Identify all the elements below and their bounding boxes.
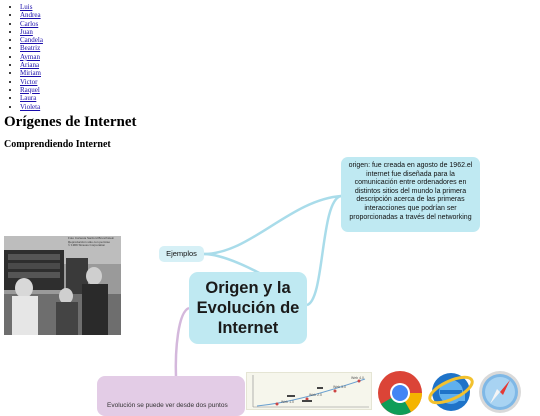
central-topic-line: Evolución de	[196, 299, 300, 317]
connector-central-to-pink	[174, 306, 190, 379]
photo-illustration	[4, 236, 121, 335]
safari-icon	[479, 371, 521, 413]
timeline-label: Web 3.0	[333, 385, 346, 389]
chrome-icon	[378, 371, 422, 415]
timeline-label: Web 4.0	[351, 376, 364, 380]
central-topic-line: Origen y la	[205, 279, 291, 297]
connector-examples-to-origin	[203, 194, 342, 256]
examples-node[interactable]: Ejemplos	[159, 246, 204, 262]
origin-node[interactable]: origen: fue creada en agosto de 1962.el …	[341, 157, 480, 232]
connector-central-to-origin	[306, 194, 342, 307]
internet-explorer-icon	[428, 373, 474, 411]
photo-caption-line: © 1969 Strauss Corporation	[68, 243, 106, 248]
web-evolution-image: Web 4.0 Web 3.0 Web 2.0 Web 1.0	[246, 372, 372, 410]
photo-caption: Foto Cortesía Sanford Brunchstein Reprod…	[68, 236, 114, 248]
evolution-node[interactable]: Evolución se puede ver desde dos puntos	[97, 376, 245, 416]
timeline-label: Web 1.0	[281, 400, 294, 404]
central-topic-node[interactable]: Origen y la Evolución de Internet	[189, 272, 307, 344]
historic-computer-photo: Foto Cortesía Sanford Brunchstein Reprod…	[4, 236, 121, 335]
timeline-label: Web 2.0	[309, 393, 322, 397]
central-topic-line: Internet	[217, 319, 279, 337]
